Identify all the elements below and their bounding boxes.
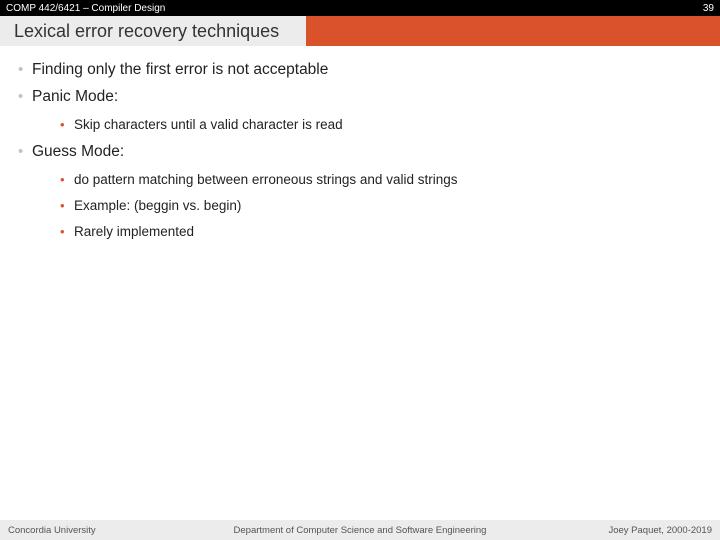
bullet-text: Finding only the first error is not acce…: [32, 61, 328, 78]
list-item: Finding only the first error is not acce…: [18, 60, 702, 81]
bullet-list: Finding only the first error is not acce…: [18, 60, 702, 242]
list-item: Example: (beggin vs. begin): [60, 197, 702, 215]
slide: COMP 442/6421 – Compiler Design 39 Lexic…: [0, 0, 720, 540]
footer-bar: Concordia University Department of Compu…: [0, 520, 720, 540]
slide-title: Lexical error recovery techniques: [0, 16, 306, 46]
bullet-text: Skip characters until a valid character …: [74, 117, 343, 132]
bullet-text: Panic Mode:: [32, 88, 118, 105]
slide-number: 39: [703, 3, 714, 14]
title-bar: Lexical error recovery techniques: [0, 16, 720, 46]
bullet-text: Rarely implemented: [74, 224, 194, 239]
footer-left: Concordia University: [8, 525, 96, 536]
list-item: Rarely implemented: [60, 223, 702, 241]
course-label: COMP 442/6421 – Compiler Design: [6, 3, 165, 14]
list-item: Panic Mode: Skip characters until a vali…: [18, 87, 702, 134]
bullet-text: do pattern matching between erroneous st…: [74, 172, 457, 187]
sub-list: Skip characters until a valid character …: [32, 116, 702, 134]
top-bar: COMP 442/6421 – Compiler Design 39: [0, 0, 720, 16]
bullet-text: Guess Mode:: [32, 143, 124, 160]
list-item: do pattern matching between erroneous st…: [60, 171, 702, 189]
bullet-text: Example: (beggin vs. begin): [74, 198, 241, 213]
list-item: Skip characters until a valid character …: [60, 116, 702, 134]
footer-right: Joey Paquet, 2000-2019: [608, 525, 712, 536]
list-item: Guess Mode: do pattern matching between …: [18, 142, 702, 242]
sub-list: do pattern matching between erroneous st…: [32, 171, 702, 242]
content-area: Finding only the first error is not acce…: [0, 46, 720, 520]
